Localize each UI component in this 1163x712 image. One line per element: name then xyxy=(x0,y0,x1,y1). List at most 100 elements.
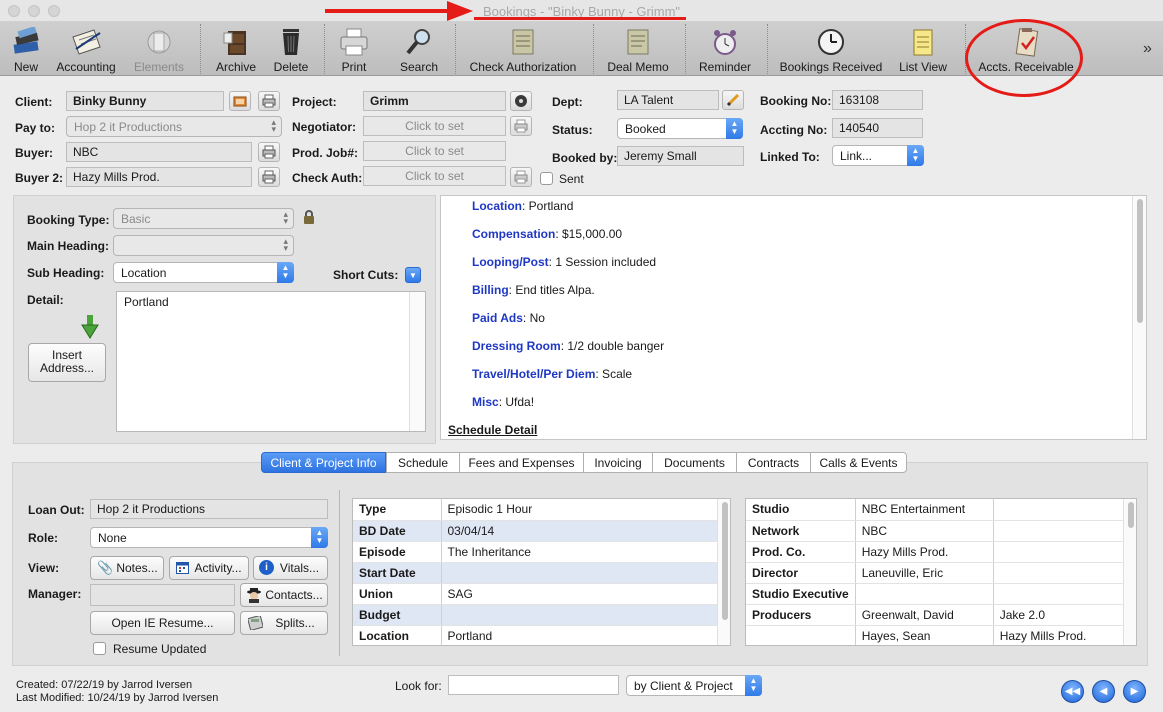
negotiator-print-button[interactable] xyxy=(510,116,532,136)
booking-type-select[interactable]: Basic ▴ ▾ xyxy=(113,208,294,229)
client-card-button[interactable] xyxy=(229,91,251,111)
table-row[interactable]: Union SAG xyxy=(353,583,718,605)
activity-button[interactable]: Activity... xyxy=(169,556,249,580)
manager-field[interactable] xyxy=(90,584,235,606)
studio-table-scrollbar[interactable] xyxy=(1123,499,1136,645)
vitals-button[interactable]: i Vitals... xyxy=(253,556,328,580)
tab-fees-and-expenses[interactable]: Fees and Expenses xyxy=(459,452,584,473)
table-cell-value[interactable] xyxy=(993,520,1132,542)
toolbar-search-button[interactable]: Search xyxy=(396,24,442,76)
insert-address-button[interactable]: Insert Address... xyxy=(28,343,106,382)
tab-client-project-info[interactable]: Client & Project Info xyxy=(261,452,386,473)
table-row[interactable]: Prod. Co. Hazy Mills Prod. xyxy=(746,541,1132,563)
table-row[interactable]: Studio NBC Entertainment xyxy=(746,499,1132,521)
sub-heading-select[interactable]: Location ▲ ▼ xyxy=(113,262,294,283)
dept-field[interactable]: LA Talent xyxy=(617,90,719,110)
toolbar-bookings-received-button[interactable]: Bookings Received xyxy=(777,24,885,76)
project-button[interactable] xyxy=(510,91,532,111)
first-record-button[interactable]: ◀◀ xyxy=(1061,680,1084,703)
table-cell-value[interactable]: NBC Entertainment xyxy=(855,499,994,521)
studio-info-table[interactable]: Studio NBC Entertainment Network NBC Prod.… xyxy=(745,498,1137,646)
notes-button[interactable]: 📎 Notes... xyxy=(90,556,164,580)
previous-record-button[interactable]: ◀ xyxy=(1092,680,1115,703)
contacts-button[interactable]: Contacts... xyxy=(240,583,328,607)
linkedto-select[interactable]: Link... ▲ ▼ xyxy=(832,145,924,166)
table-row[interactable]: Director Laneuville, Eric xyxy=(746,562,1132,584)
toolbar-deal-memo-button[interactable]: Deal Memo xyxy=(603,24,673,76)
lookby-select[interactable]: by Client & Project ▲ ▼ xyxy=(626,675,762,696)
tab-documents[interactable]: Documents xyxy=(652,452,737,473)
table-cell-value[interactable] xyxy=(993,499,1132,521)
table-cell-value[interactable]: NBC xyxy=(855,520,994,542)
loanout-field[interactable]: Hop 2 it Productions xyxy=(90,499,328,519)
toolbar-list-view-button[interactable]: List View xyxy=(893,24,953,76)
table-cell-value[interactable]: Portland xyxy=(441,625,718,645)
toolbar-reminder-button[interactable]: Reminder xyxy=(695,24,755,76)
prodjob-field[interactable]: Click to set xyxy=(363,141,506,161)
toolbar-delete-button[interactable]: Delete xyxy=(268,24,314,76)
project-info-table[interactable]: Type Episodic 1 Hour BD Date 03/04/14 Epis… xyxy=(352,498,731,646)
booking-summary-textview[interactable]: Location: Portland Compensation: $15,000… xyxy=(440,195,1147,440)
toolbar-new-button[interactable]: New xyxy=(5,24,47,76)
buyer2-field[interactable]: Hazy Mills Prod. xyxy=(66,167,252,187)
checkauth-field[interactable]: Click to set xyxy=(363,166,506,186)
table-row[interactable]: Studio Executive xyxy=(746,583,1132,605)
table-cell-value[interactable]: Laneuville, Eric xyxy=(855,562,994,584)
toolbar-accounting-button[interactable]: Accounting xyxy=(52,24,120,76)
negotiator-field[interactable]: Click to set xyxy=(363,116,506,136)
resume-updated-checkbox[interactable] xyxy=(93,642,106,655)
table-cell-value[interactable] xyxy=(993,562,1132,584)
table-row[interactable]: Budget xyxy=(353,604,718,626)
client-print-button[interactable] xyxy=(258,91,280,111)
table-cell-value[interactable] xyxy=(993,541,1132,563)
table-cell-value[interactable]: Jake 2.0 xyxy=(993,604,1132,626)
toolbar-check-authorization-button[interactable]: Check Authorization xyxy=(465,24,581,76)
table-cell-value[interactable]: Hayes, Sean xyxy=(855,625,994,645)
table-cell-value[interactable]: The Inheritance xyxy=(441,541,718,563)
table-cell-value[interactable]: 03/04/14 xyxy=(441,520,718,542)
payto-select[interactable]: Hop 2 it Productions ▴ ▾ xyxy=(66,116,282,137)
table-cell-value[interactable] xyxy=(441,562,718,584)
toolbar-overflow-chevron-icon[interactable]: » xyxy=(1143,40,1152,58)
status-select[interactable]: Booked ▲ ▼ xyxy=(617,118,743,139)
lookfor-input[interactable] xyxy=(448,675,619,695)
scrollbar-thumb[interactable] xyxy=(722,502,728,620)
table-row[interactable]: Hayes, Sean Hazy Mills Prod. xyxy=(746,625,1132,645)
detail-textarea[interactable]: Portland xyxy=(116,291,426,432)
table-cell-value[interactable] xyxy=(855,583,994,605)
open-ie-resume-button[interactable]: Open IE Resume... xyxy=(90,611,235,635)
dept-edit-button[interactable] xyxy=(722,90,744,110)
sent-checkbox[interactable] xyxy=(540,172,553,185)
buyer-field[interactable]: NBC xyxy=(66,142,252,162)
role-select[interactable]: None ▲ ▼ xyxy=(90,527,328,548)
table-row[interactable]: Episode The Inheritance xyxy=(353,541,718,563)
table-cell-value[interactable]: Hazy Mills Prod. xyxy=(855,541,994,563)
table-row[interactable]: Producers Greenwalt, David Jake 2.0 xyxy=(746,604,1132,626)
splits-button[interactable]: Splits... xyxy=(240,611,328,635)
table-cell-value[interactable]: Greenwalt, David xyxy=(855,604,994,626)
detail-scrollbar[interactable] xyxy=(409,292,425,431)
table-row[interactable]: Network NBC xyxy=(746,520,1132,542)
toolbar-print-button[interactable]: Print xyxy=(332,24,376,76)
client-field[interactable]: Binky Bunny xyxy=(66,91,224,111)
shortcuts-menu-button[interactable]: ▼ xyxy=(405,267,421,283)
scrollbar-thumb[interactable] xyxy=(1128,502,1134,528)
next-record-button[interactable]: ▶ xyxy=(1123,680,1146,703)
toolbar-elements-button[interactable]: Elements xyxy=(128,24,190,76)
table-cell-value[interactable]: Hazy Mills Prod. xyxy=(993,625,1132,645)
table-cell-value[interactable]: Episodic 1 Hour xyxy=(441,499,718,521)
tab-contracts[interactable]: Contracts xyxy=(736,452,811,473)
summary-scrollbar[interactable] xyxy=(1132,196,1146,439)
tab-schedule[interactable]: Schedule xyxy=(386,452,460,473)
table-row[interactable]: Location Portland xyxy=(353,625,718,645)
main-heading-select[interactable]: ▴ ▾ xyxy=(113,235,294,256)
table-cell-value[interactable] xyxy=(993,583,1132,605)
table-cell-value[interactable] xyxy=(441,604,718,626)
project-field[interactable]: Grimm xyxy=(363,91,506,111)
toolbar-archive-button[interactable]: Archive xyxy=(210,24,262,76)
tab-invoicing[interactable]: Invoicing xyxy=(583,452,653,473)
table-cell-value[interactable]: SAG xyxy=(441,583,718,605)
table-row[interactable]: BD Date 03/04/14 xyxy=(353,520,718,542)
buyer-print-button[interactable] xyxy=(258,142,280,162)
table-row[interactable]: Start Date xyxy=(353,562,718,584)
